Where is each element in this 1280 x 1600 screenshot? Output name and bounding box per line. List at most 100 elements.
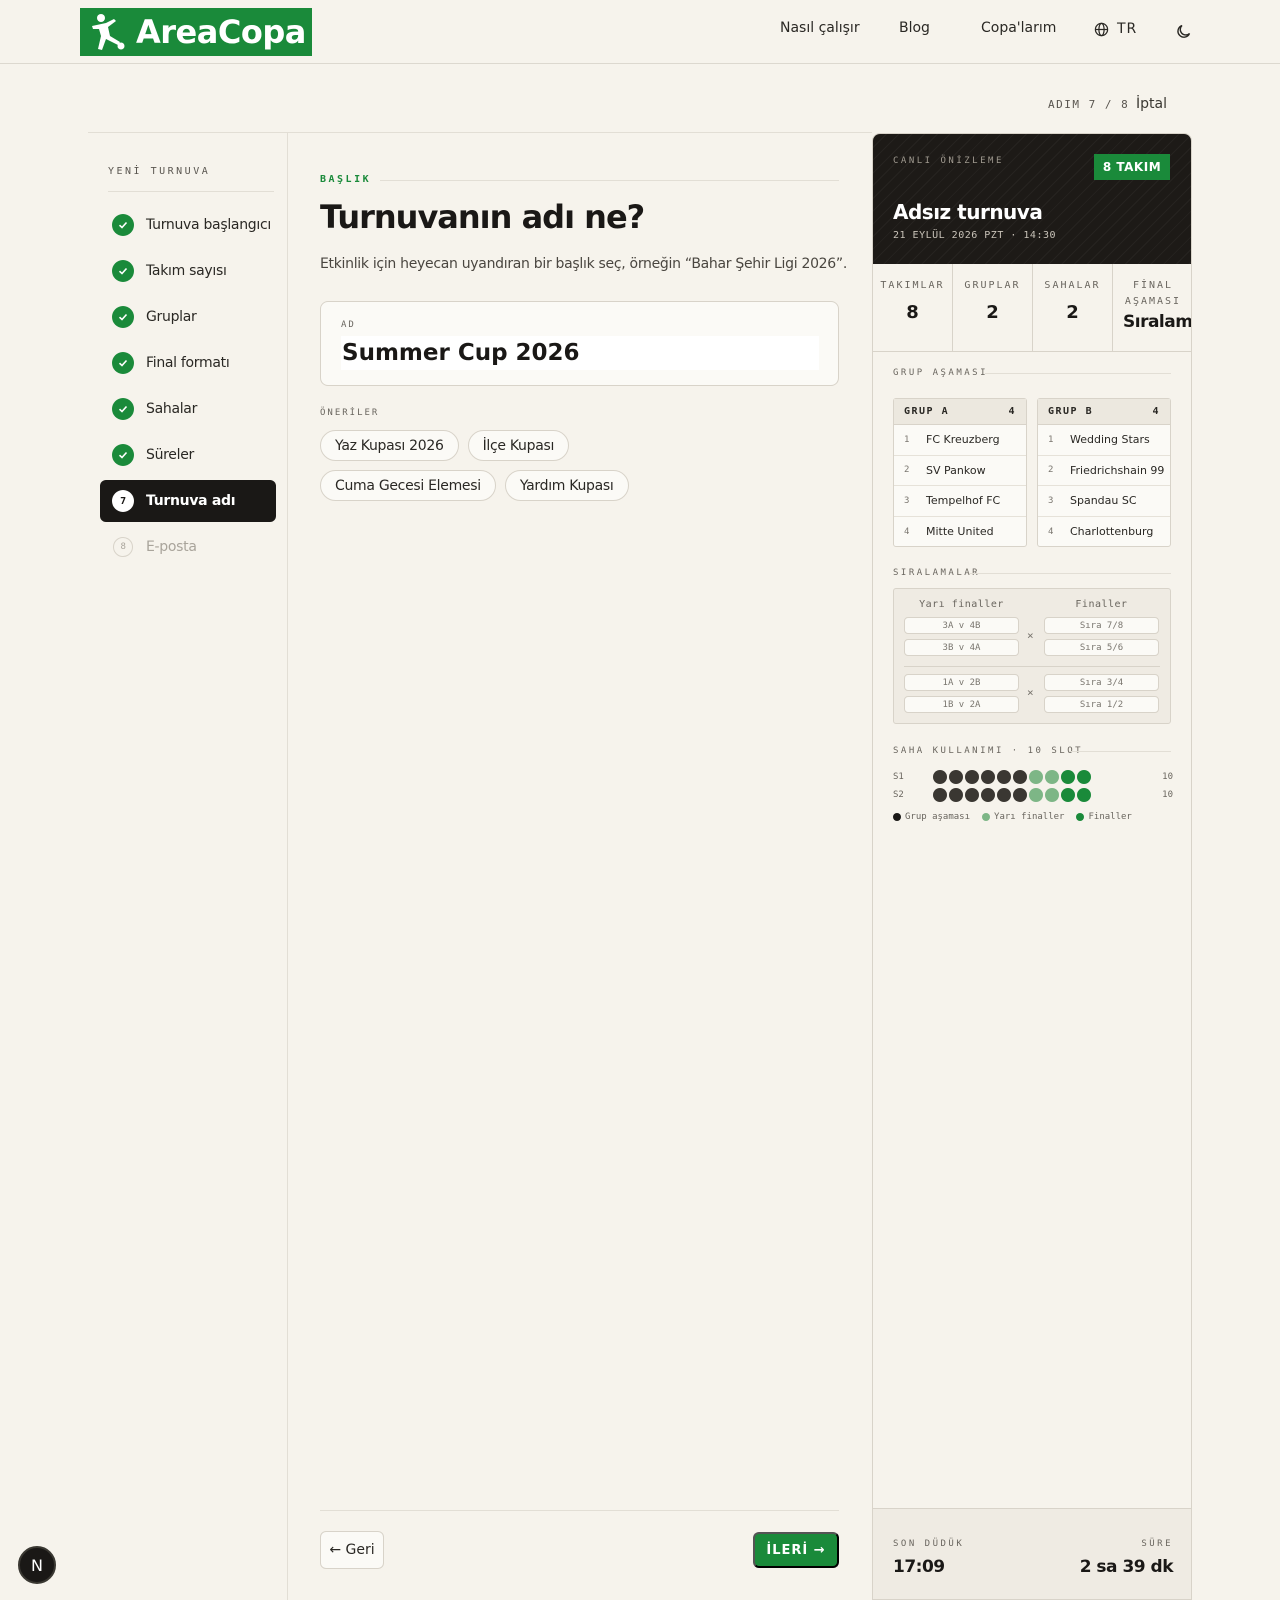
check-icon — [112, 398, 134, 420]
divider — [985, 373, 1171, 374]
team-name: Wedding Stars — [1070, 433, 1150, 447]
divider — [380, 180, 839, 181]
legend-item: Grup aşaması — [893, 812, 970, 822]
stats-row: TAKIMLAR 8 GRUPLAR 2 SAHALAR 2 FİNAL AŞA… — [873, 264, 1192, 352]
bracket-slot: Sıra 3/4 — [1044, 674, 1159, 691]
stat-label: TAKIMLAR — [880, 280, 945, 291]
stat-label: FİNAL AŞAMASI — [1124, 280, 1182, 307]
legend-dot — [893, 813, 901, 821]
finals-title: Finaller — [1075, 599, 1128, 610]
step-label: Turnuva başlangıcı — [146, 217, 271, 233]
slot-dot — [949, 788, 963, 802]
preview-date: 21 EYLÜL 2026 PZT · 14:30 — [893, 230, 1057, 241]
field-usage-row: S1 10 — [893, 770, 1173, 786]
semis-title: Yarı finaller — [919, 599, 1004, 610]
nav-blog[interactable]: Blog — [899, 20, 930, 36]
slot-count: 10 — [1162, 790, 1173, 800]
step-item-start[interactable]: Turnuva başlangıcı — [100, 204, 276, 246]
team-name: FC Kreuzberg — [926, 433, 1000, 447]
suggestion-chip[interactable]: İlçe Kupası — [467, 430, 570, 461]
nav-my-copas[interactable]: Copa'larım — [981, 20, 1056, 36]
step-item-final-format[interactable]: Final formatı — [100, 342, 276, 384]
bracket-slot: 3B v 4A — [904, 639, 1019, 656]
slot-dot — [933, 770, 947, 784]
duration-value: 2 sa 39 dk — [1079, 1557, 1174, 1577]
step-item-team-count[interactable]: Takım sayısı — [100, 250, 276, 292]
team-row: 3 Tempelhof FC — [894, 486, 1026, 517]
legend-dot — [982, 813, 991, 821]
step-item-durations[interactable]: Süreler — [100, 434, 276, 476]
slot-dot — [1013, 770, 1027, 784]
bracket-slot: 1A v 2B — [904, 674, 1019, 691]
top-bar: AreaCopa Nasıl çalışır Blog Copa'larım T… — [0, 0, 1280, 64]
sidebar-title: YENİ TURNUVA — [108, 166, 211, 177]
step-item-groups[interactable]: Gruplar — [100, 296, 276, 338]
team-name: SV Pankow — [926, 463, 986, 477]
bracket-slot: 1B v 2A — [904, 696, 1019, 713]
globe-icon — [1094, 22, 1109, 36]
back-button[interactable]: ← Geri — [320, 1531, 384, 1569]
check-icon — [112, 444, 134, 466]
preview-header: CANLI ÖNİZLEME 8 TAKIM Adsız turnuva 21 … — [873, 134, 1191, 264]
cross-icon: × — [1027, 686, 1034, 699]
slot-dot — [981, 770, 995, 784]
divider — [969, 573, 1171, 574]
step-label: Takım sayısı — [146, 263, 227, 279]
step-item-fields[interactable]: Sahalar — [100, 388, 276, 430]
tournament-name-field: AD — [320, 301, 839, 386]
field-name: S1 — [893, 772, 904, 782]
duration-label: SÜRE — [1141, 1539, 1173, 1549]
suggestions-label: ÖNERİLER — [320, 408, 380, 418]
next-button[interactable]: İLERİ → — [753, 1532, 839, 1568]
nav-how-it-works[interactable]: Nasıl çalışır — [780, 20, 860, 36]
stat-value: Sıralama — [1123, 312, 1192, 332]
team-name: Tempelhof FC — [926, 494, 1001, 508]
end-time-label: SON DÜDÜK — [893, 1539, 965, 1549]
team-row: 4 Charlottenburg — [1048, 525, 1154, 539]
bracket-slot: 3A v 4B — [904, 617, 1019, 634]
stat-value: 2 — [986, 302, 999, 323]
dev-tools-badge[interactable]: N — [18, 1546, 56, 1584]
logo[interactable]: AreaCopa — [80, 8, 312, 56]
group-header: GRUP B 4 — [1038, 399, 1170, 425]
suggestion-chip[interactable]: Yardım Kupası — [504, 470, 629, 501]
divider — [904, 666, 1160, 667]
field-label: AD — [341, 320, 356, 330]
moon-icon[interactable] — [1175, 22, 1193, 40]
step-counter: ADIM 7 / 8 — [1048, 98, 1130, 111]
suggestion-chip[interactable]: Yaz Kupası 2026 — [320, 430, 459, 461]
team-name: Charlottenburg — [1070, 525, 1154, 539]
step-label: E-posta — [146, 539, 197, 555]
stat-value: 8 — [906, 302, 919, 323]
group-card-a: GRUP A 4 1 FC Kreuzberg 2 SV Pankow 3 Tempe… — [893, 398, 1027, 547]
step-item-tournament-name[interactable]: 7 Turnuva adı — [100, 480, 276, 522]
slot-dot — [1061, 770, 1075, 784]
field-usage-label: SAHA KULLANIMI · 10 SLOT — [893, 746, 1084, 756]
bracket-slot: Sıra 1/2 — [1044, 696, 1159, 713]
legend-label: Yarı finaller — [994, 812, 1065, 822]
step-label: Turnuva adı — [146, 493, 236, 509]
slot-dots — [933, 770, 1091, 784]
suggestion-chip[interactable]: Cuma Gecesi Elemesi — [320, 470, 496, 501]
tournament-name-input[interactable] — [341, 336, 819, 370]
team-name: Spandau SC — [1070, 494, 1137, 508]
slot-dot — [965, 788, 979, 802]
suggestion-list: Yaz Kupası 2026 İlçe Kupası Cuma Gecesi … — [320, 430, 740, 501]
stat-final-stage: FİNAL AŞAMASI Sıralama — [1113, 264, 1192, 352]
slot-dot — [1045, 788, 1059, 802]
group-name: GRUP A — [904, 406, 950, 417]
section-label: BAŞLIK — [320, 174, 372, 185]
slot-dot — [1029, 788, 1043, 802]
slot-dot — [981, 788, 995, 802]
group-count: 4 — [1152, 406, 1160, 417]
stat-groups: GRUPLAR 2 — [953, 264, 1033, 352]
soccer-player-icon — [92, 14, 125, 50]
stat-label: SAHALAR — [1044, 280, 1101, 291]
slot-dot — [949, 770, 963, 784]
divider — [88, 132, 872, 133]
end-time-value: 17:09 — [893, 1557, 945, 1577]
cancel-link[interactable]: İptal — [1136, 96, 1167, 112]
group-count: 4 — [1008, 406, 1016, 417]
legend-item: Yarı finaller — [982, 812, 1064, 822]
language-switcher[interactable]: TR — [1094, 21, 1137, 37]
